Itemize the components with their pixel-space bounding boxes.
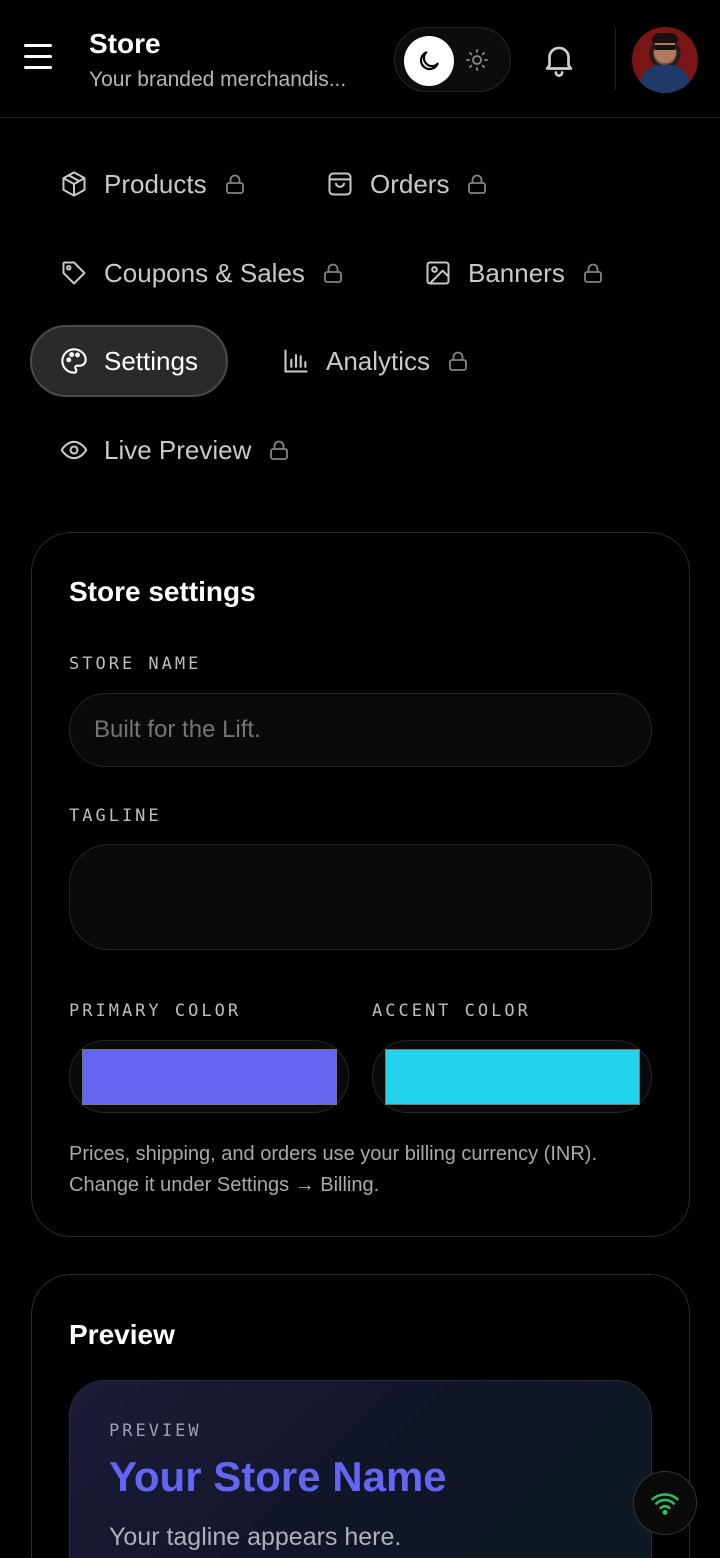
page-subtitle: Your branded merchandis... [89,68,347,91]
lock-icon [583,263,602,283]
currency-note: Prices, shipping, and orders use your bi… [69,1143,597,1196]
bell-icon[interactable] [540,40,578,78]
nav-label: Coupons & Sales [104,257,305,288]
tagline-label: TAGLINE [69,806,162,826]
moon-icon [419,51,439,71]
lock-icon [270,440,289,460]
store-name-label: STORE NAME [69,654,202,674]
preview-store-name: Your Store Name [109,1453,447,1500]
nav-item-orders[interactable]: Orders [326,148,487,220]
card-title: Preview [69,1319,175,1350]
nav-item-coupons-sales[interactable]: Coupons & Sales [60,237,343,309]
nav-label: Orders [370,168,450,199]
nav-label: Products [104,168,207,199]
nav-item-products[interactable]: Products [60,148,245,220]
store-preview: PREVIEW Your Store Name Your tagline app… [69,1380,652,1558]
connection-status-button[interactable] [633,1471,697,1535]
accent-color-swatch [385,1049,640,1105]
tagline-textarea[interactable] [69,844,652,950]
nav-label: Banners [468,257,565,288]
bar-chart-icon [284,349,308,373]
lock-icon [324,263,342,283]
nav-label: Analytics [326,345,431,376]
card-title: Store settings [69,576,256,607]
wifi-icon [651,1493,679,1515]
primary-color-picker[interactable] [69,1040,349,1113]
hamburger-menu-icon [24,44,52,47]
nav-label: Live Preview [104,434,252,465]
primary-color-label: PRIMARY COLOR [69,1001,242,1021]
nav-item-settings[interactable]: Settings [30,325,228,397]
header-divider [615,28,616,90]
theme-toggle[interactable] [394,27,511,92]
lock-icon [225,174,244,194]
app-header: Store Your branded merchandis... [0,0,720,118]
page-title: Store [89,28,161,59]
tag-icon [62,261,86,285]
palette-icon [61,348,87,374]
accent-color-picker[interactable] [372,1040,652,1113]
avatar[interactable] [632,27,698,93]
nav-item-analytics[interactable]: Analytics [282,325,468,397]
preview-tagline: Your tagline appears here. [109,1523,402,1551]
menu-button[interactable] [24,44,58,74]
store-name-input[interactable] [69,693,652,767]
lock-icon [449,351,467,371]
box-icon [62,171,86,197]
nav-label: Settings [104,345,198,376]
sun-icon [466,49,488,71]
eye-icon [60,440,88,460]
image-icon [426,261,450,285]
nav-item-live-preview[interactable]: Live Preview [60,414,289,486]
store-settings-card: Store settings STORE NAME TAGLINE PRIMAR… [31,532,690,1237]
accent-color-label: ACCENT COLOR [372,1001,531,1021]
shopping-bag-icon [328,172,352,196]
preview-eyebrow: PREVIEW [109,1421,202,1441]
theme-knob [404,36,454,86]
primary-color-swatch [82,1049,337,1105]
nav-item-banners[interactable]: Banners [424,237,603,309]
lock-icon [468,174,487,194]
preview-card: Preview PREVIEW Your Store Name Your tag… [31,1274,690,1558]
